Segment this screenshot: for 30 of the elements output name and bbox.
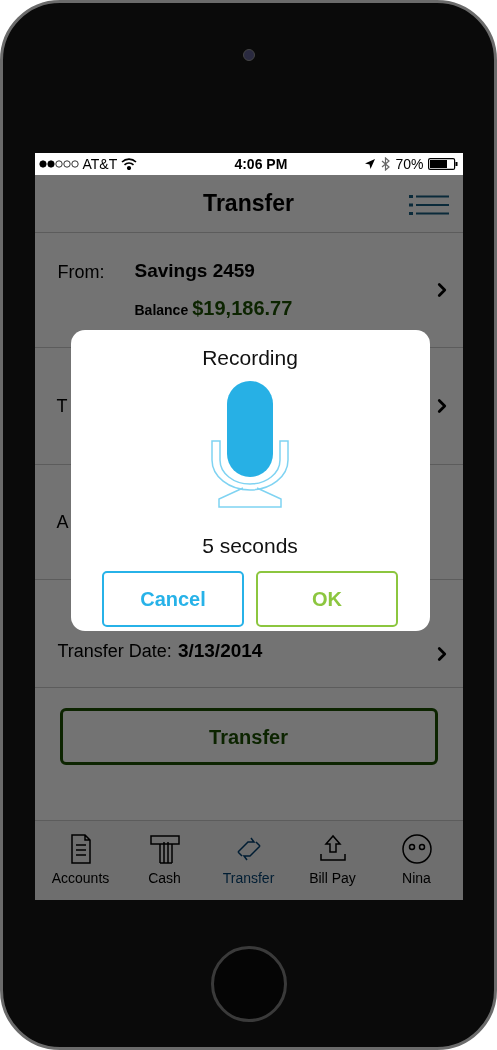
location-arrow-icon bbox=[364, 158, 377, 170]
wifi-icon bbox=[121, 158, 138, 170]
account-name: Savings 2459 bbox=[134, 258, 256, 283]
clock-time: 4:06 PM bbox=[234, 154, 288, 174]
battery-percent: 70% bbox=[395, 154, 424, 174]
tab-item[interactable]: Accounts bbox=[40, 832, 121, 889]
balance-amount: $19,186.77 bbox=[192, 296, 293, 322]
battery-icon bbox=[428, 158, 459, 170]
balance-label: Balance bbox=[134, 301, 189, 321]
cancel-button[interactable]: Cancel bbox=[102, 571, 244, 627]
row-label: T bbox=[56, 394, 68, 418]
face-icon bbox=[399, 832, 434, 866]
tab-item[interactable]: Nina bbox=[376, 832, 457, 889]
camera-icon bbox=[242, 49, 255, 61]
row-label: A bbox=[56, 510, 69, 534]
dialog-title: Recording bbox=[202, 345, 298, 371]
transfer-date: 3/13/2014 bbox=[177, 638, 263, 663]
hand-cash-icon bbox=[147, 832, 182, 866]
tab-item[interactable]: Transfer bbox=[208, 832, 289, 889]
menu-icon[interactable] bbox=[408, 194, 449, 216]
recording-duration: 5 seconds bbox=[202, 532, 298, 559]
signal-icon bbox=[38, 160, 79, 168]
screen-title: Transfer bbox=[203, 189, 294, 219]
row-label: From: bbox=[57, 260, 105, 284]
bluetooth-icon bbox=[381, 157, 391, 171]
tab-item[interactable]: Bill Pay bbox=[292, 832, 373, 889]
transfer-button[interactable]: Transfer bbox=[59, 708, 438, 765]
tab-item[interactable]: Cash bbox=[124, 832, 205, 889]
carrier-name: AT&T bbox=[82, 154, 118, 174]
row-label: Transfer Date: bbox=[57, 639, 172, 663]
